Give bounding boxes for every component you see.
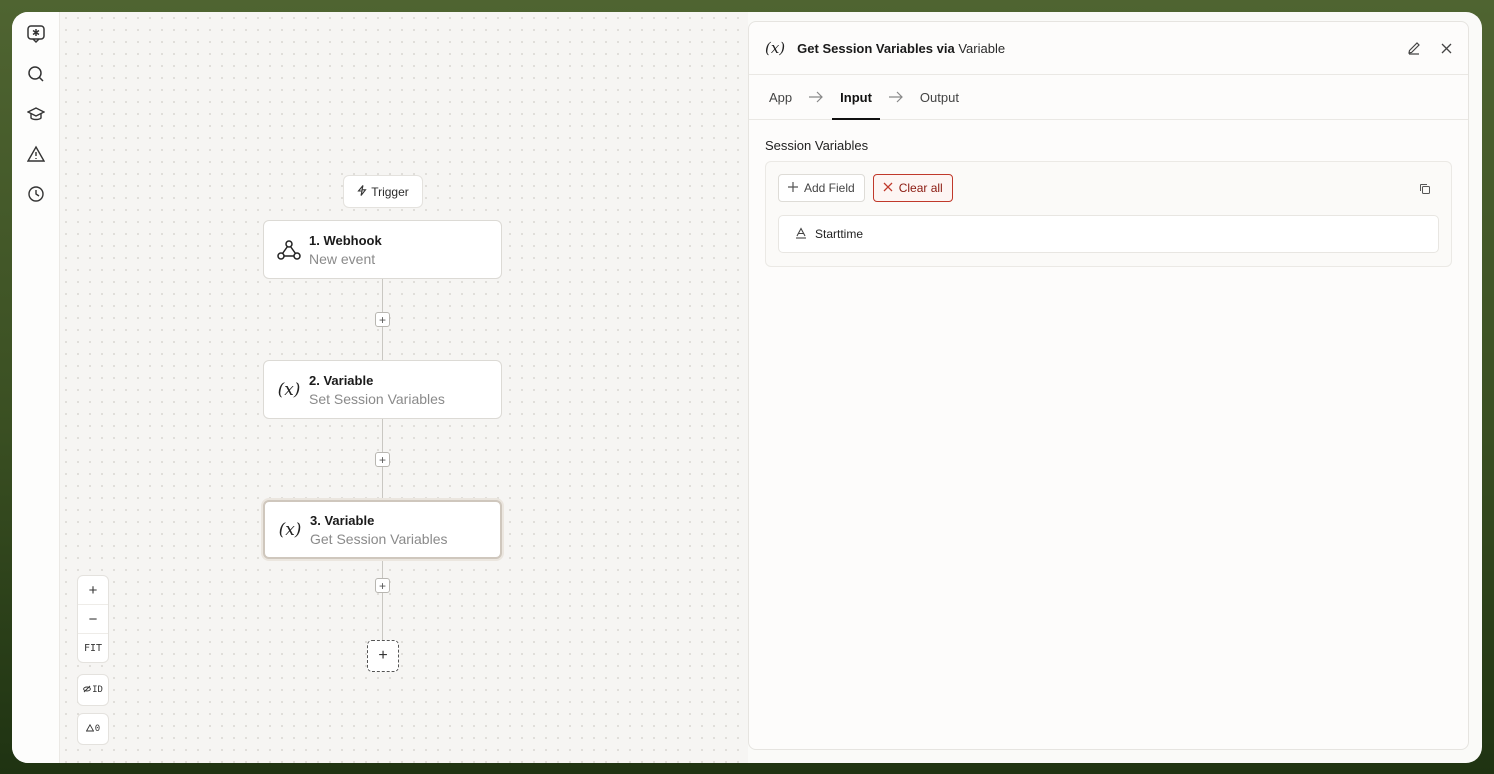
insert-step-button[interactable]: + bbox=[375, 312, 390, 327]
variable-icon: (x) bbox=[278, 519, 302, 540]
node-subtitle: New event bbox=[309, 250, 376, 267]
toggle-id-button[interactable]: ID bbox=[77, 674, 109, 706]
node-title: 1. Webhook bbox=[309, 232, 382, 248]
connector-line bbox=[382, 560, 383, 640]
copy-icon[interactable] bbox=[1419, 183, 1433, 197]
close-icon bbox=[883, 181, 893, 195]
session-variables-card: Add Field Clear all Starttime bbox=[765, 161, 1452, 267]
field-name: Starttime bbox=[815, 227, 864, 241]
panel-title-app: Variable bbox=[958, 40, 1006, 56]
zoom-out-button[interactable]: − bbox=[78, 605, 108, 634]
arrow-right-icon bbox=[800, 75, 832, 119]
node-subtitle: Set Session Variables bbox=[309, 390, 445, 407]
add-field-button[interactable]: Add Field bbox=[778, 174, 865, 202]
id-label: ID bbox=[92, 685, 103, 695]
node-title: 3. Variable bbox=[310, 512, 375, 528]
workflow-canvas[interactable]: Trigger 1. Webhook New event + (x) 2. Va… bbox=[60, 12, 748, 763]
eye-off-icon bbox=[83, 685, 91, 696]
panel-header: (x) Get Session Variables via Variable bbox=[749, 22, 1468, 75]
panel-tabs: App Input Output bbox=[749, 75, 1468, 120]
app-window: Trigger 1. Webhook New event + (x) 2. Va… bbox=[12, 12, 1482, 763]
variable-icon: (x) bbox=[277, 379, 301, 400]
zoom-in-button[interactable]: + bbox=[78, 576, 108, 605]
history-icon[interactable] bbox=[20, 178, 52, 210]
logo-icon[interactable] bbox=[20, 18, 52, 50]
insert-step-button[interactable]: + bbox=[375, 452, 390, 467]
variable-icon: (x) bbox=[765, 39, 786, 57]
panel-title: Get Session Variables via Variable bbox=[797, 41, 1005, 56]
warning-icon[interactable] bbox=[20, 138, 52, 170]
node-title: 2. Variable bbox=[309, 372, 374, 388]
webhook-icon bbox=[274, 235, 304, 265]
add-step-button[interactable]: + bbox=[367, 640, 399, 672]
edit-icon[interactable] bbox=[1406, 40, 1422, 56]
node-set-variables[interactable]: (x) 2. Variable Set Session Variables bbox=[263, 360, 502, 419]
zoom-controls: + − FIT bbox=[77, 575, 109, 663]
tab-app[interactable]: App bbox=[761, 75, 800, 119]
node-subtitle: Get Session Variables bbox=[310, 530, 448, 547]
field-item[interactable]: Starttime bbox=[778, 215, 1439, 253]
clear-all-button[interactable]: Clear all bbox=[872, 174, 953, 202]
tab-input[interactable]: Input bbox=[832, 75, 880, 120]
add-field-label: Add Field bbox=[804, 181, 855, 195]
node-webhook[interactable]: 1. Webhook New event bbox=[263, 220, 502, 279]
insert-step-button[interactable]: + bbox=[375, 578, 390, 593]
arrow-right-icon bbox=[880, 75, 912, 119]
warnings-count: 0 bbox=[94, 724, 101, 734]
fit-button[interactable]: FIT bbox=[78, 634, 108, 663]
lightning-icon bbox=[357, 184, 367, 199]
panel-title-step: Get Session Variables via bbox=[797, 40, 955, 56]
learn-icon[interactable] bbox=[20, 98, 52, 130]
left-sidebar bbox=[12, 12, 60, 763]
text-type-icon bbox=[795, 226, 807, 242]
clear-all-label: Clear all bbox=[898, 181, 943, 195]
step-config-panel: (x) Get Session Variables via Variable A… bbox=[748, 21, 1469, 750]
section-label: Session Variables bbox=[765, 138, 869, 153]
search-icon[interactable] bbox=[20, 58, 52, 90]
warning-icon bbox=[85, 723, 95, 735]
trigger-button[interactable]: Trigger bbox=[343, 175, 423, 208]
warnings-button[interactable]: 0 bbox=[77, 713, 109, 745]
node-get-variables[interactable]: (x) 3. Variable Get Session Variables bbox=[263, 500, 502, 559]
tab-output[interactable]: Output bbox=[912, 75, 967, 119]
close-icon[interactable] bbox=[1438, 40, 1454, 56]
trigger-label: Trigger bbox=[371, 184, 409, 199]
plus-icon bbox=[788, 181, 798, 195]
